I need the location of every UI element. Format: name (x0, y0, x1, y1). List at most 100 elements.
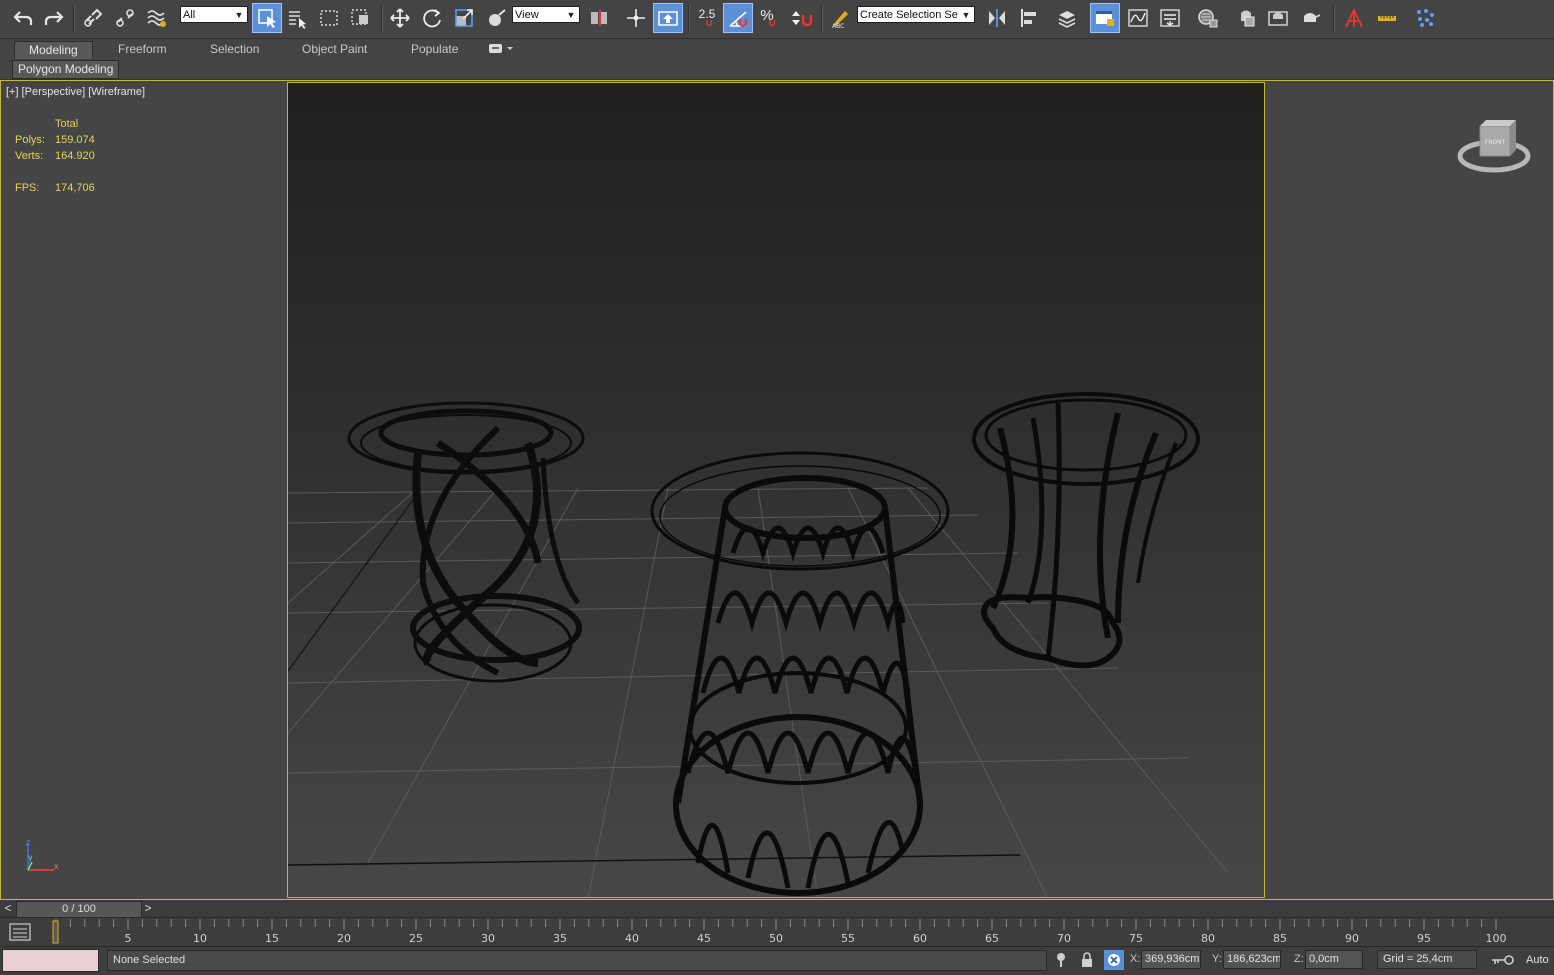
tab-modeling[interactable]: Modeling (14, 41, 93, 59)
selection-filter-dropdown[interactable]: All ▼ (180, 6, 248, 23)
ruler-tick-label: 65 (985, 932, 999, 945)
scene-wireframe (288, 392, 1229, 897)
viewcube-top-face[interactable] (1480, 120, 1516, 126)
stats-fps-value: 174,706 (54, 182, 95, 194)
ruler-icon[interactable] (1373, 4, 1401, 32)
rendered-frame-window-icon[interactable] (1264, 4, 1292, 32)
stats-total-label: Total (54, 118, 79, 130)
ruler-tick-label: 50 (769, 932, 783, 945)
polygon-modeling-tab[interactable]: Polygon Modeling (12, 60, 120, 79)
material-editor-icon[interactable] (1194, 4, 1222, 32)
rectangular-selection-region-icon[interactable] (315, 4, 343, 32)
percent-snap-icon[interactable]: % (756, 4, 784, 32)
reference-coordinate-dropdown[interactable]: View ▼ (512, 6, 580, 23)
angle-snap-icon[interactable] (723, 3, 753, 33)
current-frame-marker[interactable] (52, 920, 59, 944)
select-manipulate-icon[interactable] (622, 4, 650, 32)
main-toolbar: All ▼ View ▼ 2.5 % ABC Create Selection Se… (0, 0, 1554, 39)
ruler-tick-label: 85 (1273, 932, 1287, 945)
ruler-tick-label: 75 (1129, 932, 1143, 945)
time-slider-prev-button[interactable]: < (2, 901, 14, 916)
open-mini-curve-editor-icon[interactable] (8, 922, 34, 942)
toggle-scene-explorer-icon[interactable] (1053, 4, 1081, 32)
chevron-down-icon: ▼ (961, 10, 971, 20)
schematic-view-icon[interactable] (1156, 4, 1184, 32)
selection-status: None Selected (107, 950, 1047, 971)
chevron-down-icon: ▼ (234, 10, 244, 20)
grid-axis-line (288, 492, 419, 672)
z-coordinate-label: Z: (1294, 953, 1304, 965)
ruler-tick-label: 5 (125, 932, 132, 945)
ruler-tick-label: 40 (625, 932, 639, 945)
tab-populate[interactable]: Populate (397, 41, 472, 58)
align-icon[interactable] (1015, 4, 1043, 32)
particle-view-icon[interactable] (1411, 4, 1439, 32)
ribbon-options-icon[interactable] (489, 43, 515, 55)
place-object-icon[interactable] (482, 4, 510, 32)
select-by-name-icon[interactable] (283, 4, 311, 32)
mirror-icon[interactable] (983, 4, 1011, 32)
time-slider-next-button[interactable]: > (142, 901, 154, 916)
unlink-selection-icon[interactable] (111, 4, 139, 32)
ruler-tick-label: 45 (697, 932, 711, 945)
pivot-center-icon[interactable] (585, 4, 613, 32)
select-and-move-icon[interactable] (386, 4, 414, 32)
time-slider-thumb[interactable]: 0 / 100 (16, 901, 142, 918)
ruler-tick-label: 30 (481, 932, 495, 945)
named-selection-value: Create Selection Se (860, 9, 958, 21)
ribbon-panel (0, 59, 1554, 80)
x-coordinate-field[interactable]: 369,936cm (1141, 950, 1201, 969)
stats-polys-label: Polys: (15, 134, 45, 146)
viewport-label-menu[interactable]: [+] [Perspective] [Wireframe] (6, 86, 145, 98)
undo-icon[interactable] (9, 4, 37, 32)
selection-lock-icon[interactable] (1077, 950, 1097, 970)
stats-verts-value: 164.920 (54, 150, 95, 162)
tab-freeform[interactable]: Freeform (104, 41, 181, 58)
select-and-scale-icon[interactable] (450, 4, 478, 32)
ruler-tick-label: 100 (1486, 932, 1507, 945)
render-setup-icon[interactable] (1232, 4, 1260, 32)
isolate-selection-icon[interactable] (1051, 950, 1071, 970)
select-and-rotate-icon[interactable] (418, 4, 446, 32)
select-and-link-icon[interactable] (79, 4, 107, 32)
tab-selection[interactable]: Selection (196, 41, 273, 58)
reference-coordinate-value: View (515, 9, 539, 21)
select-object-icon[interactable] (252, 3, 282, 33)
snaps-toggle-icon[interactable]: 2.5 (693, 4, 721, 32)
stats-polys-value: 159.074 (54, 134, 95, 146)
absolute-mode-transform-icon[interactable] (1104, 950, 1124, 970)
track-bar-ruler[interactable]: 5 10 15 20 25 30 35 40 45 50 55 60 65 70 75 80 85 90 95 100 (40, 918, 1514, 946)
civil-view-icon[interactable] (1340, 4, 1368, 32)
edit-named-selection-icon[interactable]: ABC (826, 4, 854, 32)
set-key-icon[interactable] (1490, 950, 1514, 970)
maxscript-listener[interactable] (2, 949, 99, 972)
stats-verts-label: Verts: (15, 150, 44, 162)
selection-filter-value: All (183, 9, 196, 21)
curve-editor-icon[interactable] (1124, 4, 1152, 32)
toggle-layer-explorer-icon[interactable] (1090, 3, 1120, 33)
redo-icon[interactable] (40, 4, 68, 32)
axis-x-label: x (54, 862, 59, 871)
window-crossing-icon[interactable] (347, 4, 375, 32)
ruler-tick-label: 55 (841, 932, 855, 945)
axis-y-label: y (28, 853, 33, 862)
tab-object-paint[interactable]: Object Paint (288, 41, 381, 58)
render-production-icon[interactable] (1296, 4, 1324, 32)
ruler-tick-label: 90 (1345, 932, 1359, 945)
x-coordinate-label: X: (1130, 953, 1141, 965)
bind-to-space-warp-icon[interactable] (143, 4, 171, 32)
y-coordinate-field[interactable]: 186,623cm (1223, 950, 1281, 969)
y-coordinate-label: Y: (1212, 953, 1222, 965)
z-coordinate-field[interactable]: 0,0cm (1305, 950, 1363, 969)
auto-key-button[interactable]: Auto (1526, 950, 1554, 970)
viewcube-right-face[interactable] (1510, 120, 1516, 156)
viewcube-label: FRONT (1485, 139, 1506, 146)
spinner-snap-icon[interactable] (788, 4, 816, 32)
ruler-tick-label: 80 (1201, 932, 1215, 945)
statistics-overlay: Total Polys: 159.074 Verts: 164.920 FPS: 17… (15, 116, 105, 196)
viewcube[interactable]: FRONT (1456, 114, 1532, 178)
named-selection-dropdown[interactable]: Create Selection Se ▼ (857, 6, 975, 23)
ruler-tick-label: 10 (193, 932, 207, 945)
keyboard-shortcut-override-icon[interactable] (653, 3, 683, 33)
safe-frame (287, 82, 1265, 898)
